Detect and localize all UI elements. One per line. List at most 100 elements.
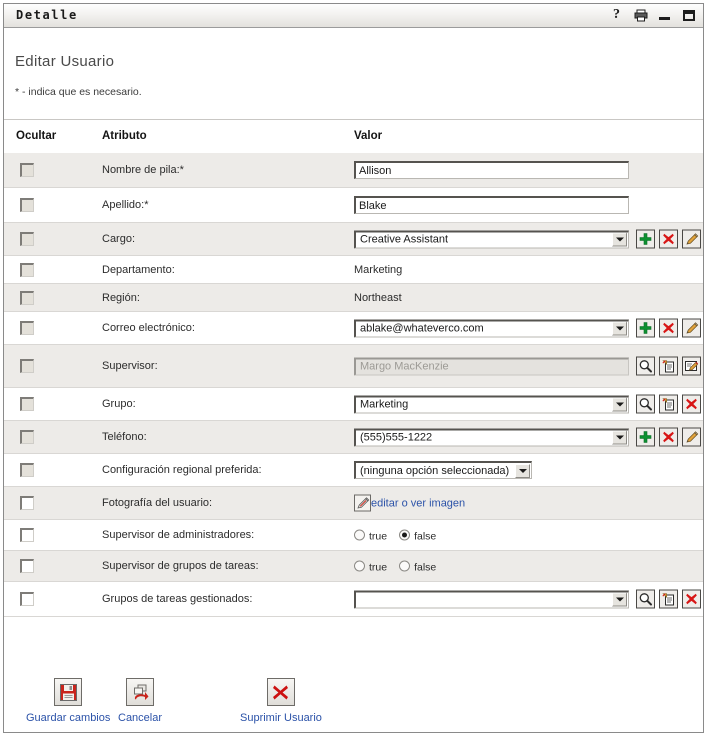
edit-button[interactable] xyxy=(682,428,701,447)
value-cell xyxy=(354,196,629,214)
minimize-icon[interactable] xyxy=(657,7,672,23)
undo-arrow-icon-glyph xyxy=(131,683,150,702)
table-row: Teléfono: (555)555-1222 xyxy=(4,421,703,454)
search-button[interactable] xyxy=(636,357,655,376)
value-cell: (555)555-1222 xyxy=(354,428,701,447)
column-header-attribute: Atributo xyxy=(102,130,147,142)
edit-photo-link-label[interactable]: editar o ver imagen xyxy=(371,497,465,509)
table-row: Grupos de tareas gestionados: xyxy=(4,582,703,617)
value-cell: Marketing xyxy=(354,395,701,414)
radio-label: false xyxy=(414,562,436,574)
value-dropdown[interactable]: Creative Assistant xyxy=(354,230,629,248)
dropdown-selected-value: (555)555-1222 xyxy=(356,432,612,444)
radio-button[interactable] xyxy=(354,530,365,541)
text-input[interactable] xyxy=(354,161,629,179)
table-row: Cargo:Creative Assistant xyxy=(4,223,703,256)
delete-button[interactable] xyxy=(659,428,678,447)
add-button[interactable] xyxy=(636,319,655,338)
edit-photo-link[interactable]: editar o ver imagen xyxy=(354,495,465,512)
hide-checkbox[interactable] xyxy=(20,321,34,335)
add-to-list-button[interactable] xyxy=(659,590,678,609)
hide-cell xyxy=(20,198,34,212)
hide-checkbox[interactable] xyxy=(20,263,34,277)
radio-button[interactable] xyxy=(354,561,365,572)
delete-button[interactable] xyxy=(682,590,701,609)
row-action-buttons xyxy=(636,590,701,609)
chevron-down-icon[interactable] xyxy=(612,398,627,412)
value-dropdown[interactable]: (555)555-1222 xyxy=(354,428,629,446)
delete-button[interactable] xyxy=(682,395,701,414)
chevron-down-icon[interactable] xyxy=(515,464,530,478)
hide-checkbox[interactable] xyxy=(20,163,34,177)
cancel-button[interactable]: Cancelar xyxy=(118,678,162,724)
chevron-down-icon[interactable] xyxy=(612,593,627,607)
text-input[interactable] xyxy=(354,196,629,214)
hide-checkbox[interactable] xyxy=(20,232,34,246)
attribute-label: Supervisor de administradores: xyxy=(102,529,254,541)
value-cell: (ninguna opción seleccionada) xyxy=(354,461,532,479)
edit-photo-button[interactable] xyxy=(354,495,371,512)
radio-option-false[interactable]: false xyxy=(399,528,436,543)
locale-select[interactable]: (ninguna opción seleccionada) xyxy=(354,461,532,479)
chevron-down-icon[interactable] xyxy=(612,233,627,247)
attribute-label: Teléfono: xyxy=(102,431,147,443)
attribute-label: Supervisor: xyxy=(102,360,158,372)
edit-button[interactable] xyxy=(682,319,701,338)
search-icon xyxy=(638,359,653,374)
delete-icon xyxy=(685,593,698,606)
edit-form-icon xyxy=(684,359,699,374)
table-row: Supervisor: Margo MacKenzie xyxy=(4,345,703,388)
dropdown-selected-value: Margo MacKenzie xyxy=(356,361,628,373)
value-dropdown[interactable]: Marketing xyxy=(354,395,629,413)
radio-option-true[interactable]: true xyxy=(354,559,387,574)
hide-checkbox[interactable] xyxy=(20,528,34,542)
row-action-buttons xyxy=(636,319,701,338)
hide-checkbox[interactable] xyxy=(20,397,34,411)
radio-label: false xyxy=(414,531,436,543)
search-button[interactable] xyxy=(636,590,655,609)
add-button[interactable] xyxy=(636,230,655,249)
table-row: Correo electrónico:ablake@whateverco.com xyxy=(4,312,703,345)
help-icon[interactable]: ? xyxy=(609,7,624,23)
hide-checkbox[interactable] xyxy=(20,592,34,606)
edit-button[interactable] xyxy=(682,230,701,249)
add-button[interactable] xyxy=(636,428,655,447)
hide-checkbox[interactable] xyxy=(20,198,34,212)
chevron-down-icon[interactable] xyxy=(612,431,627,445)
hide-checkbox[interactable] xyxy=(20,559,34,573)
radio-button[interactable] xyxy=(399,530,410,541)
hide-cell xyxy=(20,163,34,177)
add-to-list-button[interactable] xyxy=(659,357,678,376)
hide-checkbox[interactable] xyxy=(20,430,34,444)
save-changes-button[interactable]: Guardar cambios xyxy=(26,678,110,724)
print-icon[interactable] xyxy=(633,7,648,23)
hide-checkbox[interactable] xyxy=(20,496,34,510)
delete-user-label: Suprimir Usuario xyxy=(240,712,322,724)
value-dropdown[interactable]: ablake@whateverco.com xyxy=(354,319,629,337)
delete-button[interactable] xyxy=(659,319,678,338)
row-action-buttons xyxy=(636,428,701,447)
hide-cell xyxy=(20,592,34,606)
add-to-list-button[interactable] xyxy=(659,395,678,414)
value-dropdown[interactable] xyxy=(354,590,629,608)
delete-button[interactable] xyxy=(659,230,678,249)
edit-form-button[interactable] xyxy=(682,357,701,376)
radio-option-true[interactable]: true xyxy=(354,528,387,543)
chevron-down-icon[interactable] xyxy=(612,322,627,336)
attribute-label: Supervisor de grupos de tareas: xyxy=(102,560,259,572)
hide-cell xyxy=(20,559,34,573)
table-row: Apellido:* xyxy=(4,188,703,223)
photo-edit-icon xyxy=(356,496,370,510)
hide-checkbox[interactable] xyxy=(20,359,34,373)
hide-checkbox[interactable] xyxy=(20,463,34,477)
search-button[interactable] xyxy=(636,395,655,414)
print-icon-glyph xyxy=(634,9,648,22)
search-icon xyxy=(638,397,653,412)
delete-user-button[interactable]: Suprimir Usuario xyxy=(240,678,322,724)
detail-window-screen: Detalle ? xyxy=(0,0,708,738)
hide-cell xyxy=(20,321,34,335)
radio-button[interactable] xyxy=(399,561,410,572)
maximize-icon[interactable] xyxy=(681,7,696,23)
hide-checkbox[interactable] xyxy=(20,291,34,305)
radio-option-false[interactable]: false xyxy=(399,559,436,574)
